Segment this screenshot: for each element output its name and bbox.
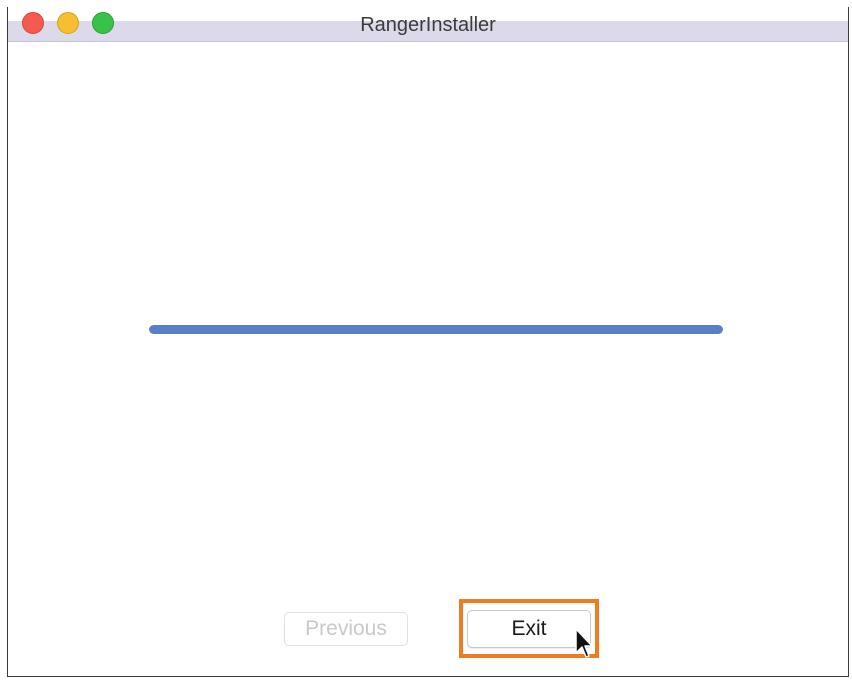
window-title: RangerInstaller: [360, 14, 496, 36]
progress-bar: [149, 325, 723, 334]
exit-button[interactable]: Exit: [467, 610, 591, 648]
title-bar[interactable]: RangerInstaller: [8, 7, 848, 42]
progress-bar-fill: [149, 325, 723, 334]
pointer-cursor-icon: [575, 628, 593, 658]
installer-window: RangerInstaller Previous Exit: [7, 7, 849, 677]
previous-button[interactable]: Previous: [284, 612, 408, 646]
